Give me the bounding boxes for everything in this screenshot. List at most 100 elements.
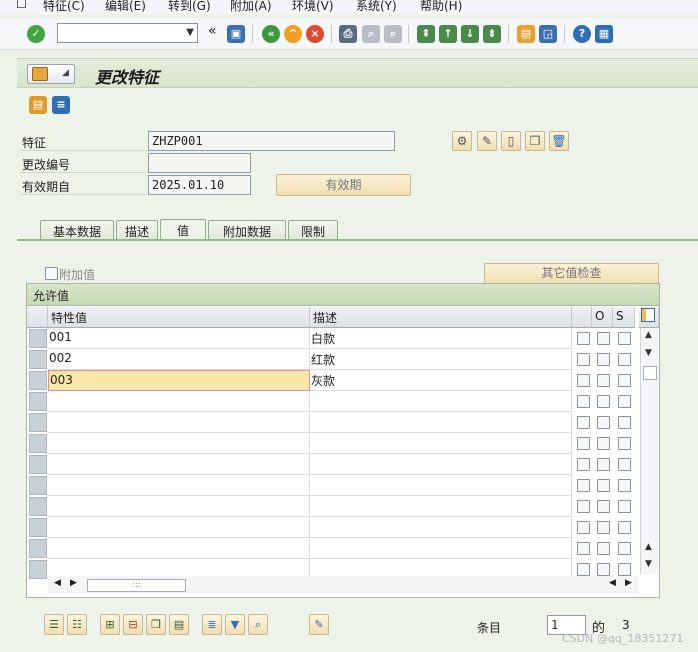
classes-icon[interactable]: ▤	[29, 96, 47, 114]
edit-document-icon[interactable]: ✎	[309, 614, 329, 635]
insert-row-icon[interactable]: ⊞	[100, 614, 120, 635]
row-s-checkbox[interactable]	[618, 542, 631, 555]
scroll-down-page-icon[interactable]: ▼	[645, 348, 652, 358]
deselect-all-icon[interactable]: ☷	[67, 614, 87, 635]
row-o-checkbox[interactable]	[597, 437, 610, 450]
horizontal-scrollbar[interactable]: ◀ ▶ ::: ◀ ▶	[48, 576, 638, 594]
scroll-left-end-icon[interactable]: ◀	[609, 578, 616, 588]
value-cell[interactable]	[48, 412, 310, 433]
row-o-checkbox[interactable]	[597, 416, 610, 429]
row-o-checkbox[interactable]	[597, 395, 610, 408]
valid-from-field[interactable]: 2025.01.10	[148, 175, 251, 195]
binoculars-icon[interactable]: ⌕	[248, 614, 268, 635]
row-flag-checkbox[interactable]	[577, 332, 590, 345]
row-selector[interactable]	[29, 434, 47, 453]
menu-extras[interactable]: 附加(A)	[230, 0, 272, 14]
vertical-scrollbar[interactable]: ▲ ▼ ▲ ▼	[640, 328, 658, 574]
scroll-thumb[interactable]	[643, 366, 657, 380]
menu-help[interactable]: 帮助(H)	[420, 0, 462, 14]
scroll-down-icon[interactable]: ▼	[645, 559, 652, 569]
copy-icon[interactable]: ❐	[525, 131, 545, 151]
row-flag-checkbox[interactable]	[577, 563, 590, 576]
row-o-checkbox[interactable]	[597, 563, 610, 576]
value-cell[interactable]	[48, 475, 310, 496]
hscroll-thumb[interactable]: :::	[87, 579, 186, 592]
select-all-icon[interactable]: ☰	[44, 614, 64, 635]
row-selector[interactable]	[29, 413, 47, 432]
row-s-checkbox[interactable]	[618, 353, 631, 366]
row-flag-checkbox[interactable]	[577, 500, 590, 513]
command-field[interactable]: ▼	[57, 23, 198, 43]
tab-values[interactable]: 值	[160, 219, 206, 241]
menu-goto[interactable]: 转到(G)	[168, 0, 211, 14]
enter-check-icon[interactable]: ✓	[27, 25, 45, 43]
scroll-left-icon[interactable]: ◀	[54, 578, 61, 588]
scroll-right-small-icon[interactable]: ▶	[70, 578, 77, 588]
row-flag-checkbox[interactable]	[577, 437, 590, 450]
row-flag-checkbox[interactable]	[577, 374, 590, 387]
row-selector[interactable]	[29, 392, 47, 411]
menu-system[interactable]: 系统(Y)	[356, 0, 397, 14]
row-s-checkbox[interactable]	[618, 479, 631, 492]
row-selector[interactable]	[29, 476, 47, 495]
row-o-checkbox[interactable]	[597, 458, 610, 471]
copy-row-icon[interactable]: ❐	[146, 614, 166, 635]
validity-button[interactable]: 有效期	[276, 174, 411, 196]
row-selector-header[interactable]	[27, 307, 48, 328]
row-o-checkbox[interactable]	[597, 500, 610, 513]
find-icon[interactable]: ⌕	[362, 25, 380, 43]
cancel-icon[interactable]: ×	[306, 25, 324, 43]
tab-description[interactable]: 描述	[116, 220, 158, 240]
description-cell[interactable]: 红款	[310, 349, 572, 370]
row-selector[interactable]	[29, 539, 47, 558]
menu-environment[interactable]: 环境(V)	[292, 0, 334, 14]
row-o-checkbox[interactable]	[597, 374, 610, 387]
description-cell[interactable]: 白款	[310, 328, 572, 349]
value-cell[interactable]	[48, 454, 310, 475]
pencil-icon[interactable]: ✎	[477, 131, 497, 151]
row-selector[interactable]	[29, 497, 47, 516]
other-value-check-button[interactable]: 其它值检查	[484, 263, 659, 284]
last-page-icon[interactable]: ⇟	[483, 25, 501, 43]
tab-additional-data[interactable]: 附加数据	[208, 220, 286, 240]
column-header-description[interactable]: 描述	[310, 307, 572, 328]
find-next-icon[interactable]: ⌕	[384, 25, 402, 43]
value-cell[interactable]	[48, 496, 310, 517]
row-s-checkbox[interactable]	[618, 500, 631, 513]
save-icon[interactable]: ▣	[227, 25, 245, 43]
display-change-icon[interactable]: ⚙	[452, 131, 472, 151]
value-cell[interactable]	[48, 517, 310, 538]
previous-page-icon[interactable]: ↑	[439, 25, 457, 43]
print-icon[interactable]: ⎙	[339, 25, 357, 43]
column-header-value[interactable]: 特性值	[48, 307, 310, 328]
row-o-checkbox[interactable]	[597, 353, 610, 366]
additional-values-checkbox[interactable]	[45, 267, 58, 280]
row-flag-checkbox[interactable]	[577, 458, 590, 471]
column-header-blank[interactable]	[572, 307, 592, 328]
shortcut-icon[interactable]: ◲	[539, 25, 557, 43]
row-s-checkbox[interactable]	[618, 458, 631, 471]
row-s-checkbox[interactable]	[618, 437, 631, 450]
layout-menu-icon[interactable]: ▦	[595, 25, 613, 43]
row-flag-checkbox[interactable]	[577, 395, 590, 408]
sort-icon[interactable]: ≣	[202, 614, 222, 635]
column-header-o[interactable]: O	[592, 307, 613, 328]
row-o-checkbox[interactable]	[597, 479, 610, 492]
row-flag-checkbox[interactable]	[577, 416, 590, 429]
description-cell[interactable]	[310, 517, 572, 538]
row-selector[interactable]	[29, 350, 47, 369]
row-selector[interactable]	[29, 329, 47, 348]
row-o-checkbox[interactable]	[597, 332, 610, 345]
tab-restrictions[interactable]: 限制	[288, 220, 338, 240]
row-selector[interactable]	[29, 560, 47, 579]
first-page-icon[interactable]: ⇞	[417, 25, 435, 43]
scroll-up-page-icon[interactable]: ▲	[645, 542, 652, 552]
description-cell[interactable]	[310, 538, 572, 559]
menu-edit[interactable]: 编辑(E)	[105, 0, 146, 14]
row-s-checkbox[interactable]	[618, 395, 631, 408]
delete-row-icon[interactable]: ⊟	[123, 614, 143, 635]
hierarchy-icon[interactable]: ≡	[52, 96, 70, 114]
value-cell[interactable]: 002	[48, 349, 310, 370]
scroll-right-icon[interactable]: ▶	[625, 578, 632, 588]
value-cell[interactable]	[48, 538, 310, 559]
